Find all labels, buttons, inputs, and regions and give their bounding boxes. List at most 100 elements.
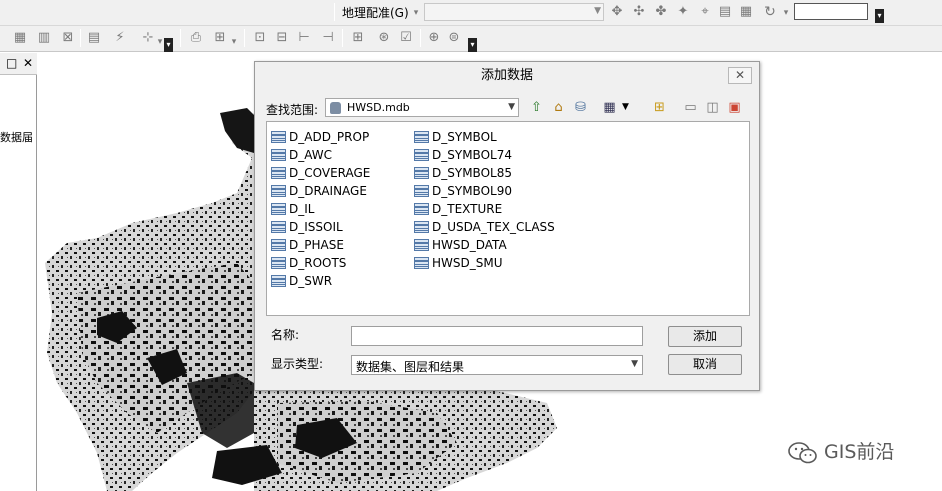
table-icon — [414, 257, 429, 269]
scale-input[interactable] — [794, 3, 868, 20]
chevron-down-icon[interactable]: ▾ — [408, 5, 424, 21]
table-icon — [271, 131, 286, 143]
table-icon — [414, 149, 429, 161]
add-control-points-icon[interactable]: ✦ — [675, 4, 691, 20]
link-table-icon[interactable]: ⌖ — [697, 4, 713, 20]
snapping-icon[interactable]: ⊛ — [376, 30, 392, 46]
shift-icon[interactable]: ✣ — [631, 4, 647, 20]
name-label: 名称: — [271, 328, 300, 342]
georeferencing-layer-select[interactable]: ▼ — [424, 3, 604, 21]
toolbar-options-icon[interactable]: ▾ — [468, 38, 477, 52]
show-type-label: 显示类型: — [271, 357, 324, 371]
view-link-table-icon[interactable]: ▤ — [717, 4, 733, 20]
chevron-down-icon[interactable]: ▾ — [778, 5, 794, 21]
watermark-text: GIS前沿 — [824, 441, 895, 463]
select-features-icon[interactable]: ⊠ — [60, 30, 76, 46]
restore-icon[interactable]: □ — [6, 56, 17, 70]
chevron-down-icon[interactable]: ▾ — [226, 34, 242, 50]
look-in-label: 查找范围: — [266, 103, 319, 117]
cancel-button[interactable]: 取消 — [668, 354, 742, 375]
list-item[interactable]: D_SYMBOL74 — [414, 146, 555, 164]
list-item[interactable]: D_ISSOIL — [271, 218, 370, 236]
table-icon — [271, 203, 286, 215]
close-icon: ✕ — [734, 68, 746, 82]
table-icon — [271, 185, 286, 197]
editor-toolbar: ▦ ▥ ⊠ ▤ ⚡ ⊹ ▾ ▾ ⎙ ⊞ ▾ ⊡ ⊟ ⊢ ⊣ ⊞ ⊛ ☑ ⊕ ⊜ … — [0, 26, 942, 52]
toolbox-icon[interactable]: ▣ — [726, 99, 743, 116]
close-button[interactable]: ✕ — [728, 67, 752, 84]
error-inspector-icon[interactable]: ⊜ — [446, 30, 462, 46]
name-input[interactable] — [351, 326, 643, 346]
georeferencing-menu[interactable]: 地理配准(G) — [342, 4, 409, 21]
list-item[interactable]: D_TEXTURE — [414, 200, 555, 218]
layout-icon[interactable]: ▥ — [36, 30, 52, 46]
list-item[interactable]: D_SYMBOL — [414, 128, 555, 146]
rotate-icon[interactable]: ✥ — [609, 4, 625, 20]
database-icon — [330, 102, 341, 114]
toolbar-separator — [342, 29, 343, 47]
table-grid-icon[interactable]: ▦ — [12, 30, 28, 46]
list-item[interactable]: D_AWC — [271, 146, 370, 164]
validate-icon[interactable]: ☑ — [398, 30, 414, 46]
list-item[interactable]: D_IL — [271, 200, 370, 218]
toolbar-separator — [244, 29, 245, 47]
list-item[interactable]: D_ROOTS — [271, 254, 370, 272]
toolbar-separator — [420, 29, 421, 47]
split-icon[interactable]: ⊢ — [296, 30, 312, 46]
connect-folder-icon[interactable]: ⛁ — [572, 99, 589, 116]
close-icon[interactable]: ✕ — [23, 56, 33, 70]
create-features-icon[interactable]: ⊡ — [252, 30, 268, 46]
toolbar-options-icon[interactable]: ▾ — [164, 38, 173, 52]
table-icon — [414, 167, 429, 179]
chevron-down-icon[interactable]: ▼ — [617, 99, 634, 116]
fix-topology-icon[interactable]: ⊕ — [426, 30, 442, 46]
list-item[interactable]: D_ADD_PROP — [271, 128, 370, 146]
table-icon — [271, 257, 286, 269]
reshape-icon[interactable]: ⊣ — [320, 30, 336, 46]
table-icon — [414, 221, 429, 233]
toolbar-separator — [80, 29, 81, 47]
list-item[interactable]: HWSD_DATA — [414, 236, 555, 254]
home-icon[interactable]: ⌂ — [550, 99, 567, 116]
list-item[interactable]: D_USDA_TEX_CLASS — [414, 218, 555, 236]
toolbar-options-icon[interactable]: ▾ — [875, 9, 884, 23]
list-item[interactable]: D_COVERAGE — [271, 164, 370, 182]
rotate-tool-icon[interactable]: ↻ — [762, 4, 778, 20]
print-icon[interactable]: ⎙ — [188, 30, 204, 46]
file-list[interactable]: D_ADD_PROP D_AWC D_COVERAGE D_DRAINAGE D… — [266, 121, 750, 316]
table-icon — [414, 239, 429, 251]
viewer-icon[interactable]: ▦ — [738, 4, 754, 20]
georeferencing-toolbar: 地理配准(G) ▾ ▼ ✥ ✣ ✤ ✦ ⌖ ▤ ▦ ↻ ▾ ▾ — [0, 0, 942, 26]
up-one-level-icon[interactable]: ⇧ — [528, 99, 545, 116]
edit-vertices-icon[interactable]: ⊟ — [274, 30, 290, 46]
table-icon — [271, 275, 286, 287]
view-menu-icon[interactable]: ▦ — [601, 99, 618, 116]
sketch-icon[interactable]: ⚡ — [112, 30, 128, 46]
attributes-icon[interactable]: ▤ — [86, 30, 102, 46]
chevron-down-icon: ▼ — [508, 102, 515, 112]
table-icon — [271, 239, 286, 251]
list-item[interactable]: D_DRAINAGE — [271, 182, 370, 200]
auto-adjust-icon[interactable]: ✤ — [653, 4, 669, 20]
chevron-down-icon: ▼ — [631, 359, 638, 369]
catalog-icon[interactable]: ◫ — [704, 99, 721, 116]
table-icon — [271, 221, 286, 233]
file-list-column-2: D_SYMBOL D_SYMBOL74 D_SYMBOL85 D_SYMBOL9… — [414, 128, 555, 272]
list-item[interactable]: D_SYMBOL90 — [414, 182, 555, 200]
show-type-select[interactable]: 数据集、图层和结果 ▼ — [351, 355, 643, 375]
table-icon — [414, 203, 429, 215]
look-in-select[interactable]: HWSD.mdb ▼ — [325, 98, 519, 117]
connect-to-folder-icon[interactable]: ⊞ — [651, 99, 668, 116]
list-item[interactable]: D_SYMBOL85 — [414, 164, 555, 182]
toolbar-separator — [180, 29, 181, 47]
add-data-dialog: 添加数据 ✕ 查找范围: HWSD.mdb ▼ ⇧ ⌂ ⛁ ▦ ▼ ⊞ ▭ ◫ … — [254, 61, 760, 391]
table-icon — [271, 167, 286, 179]
new-folder-icon[interactable]: ▭ — [682, 99, 699, 116]
list-item[interactable]: D_PHASE — [271, 236, 370, 254]
table-of-contents-panel: □ ✕ 数据届 — [0, 53, 37, 491]
cut-polygons-icon[interactable]: ⊞ — [350, 30, 366, 46]
add-button[interactable]: 添加 — [668, 326, 742, 347]
list-item[interactable]: HWSD_SMU — [414, 254, 555, 272]
panel-header: □ ✕ — [0, 53, 37, 75]
list-item[interactable]: D_SWR — [271, 272, 370, 290]
